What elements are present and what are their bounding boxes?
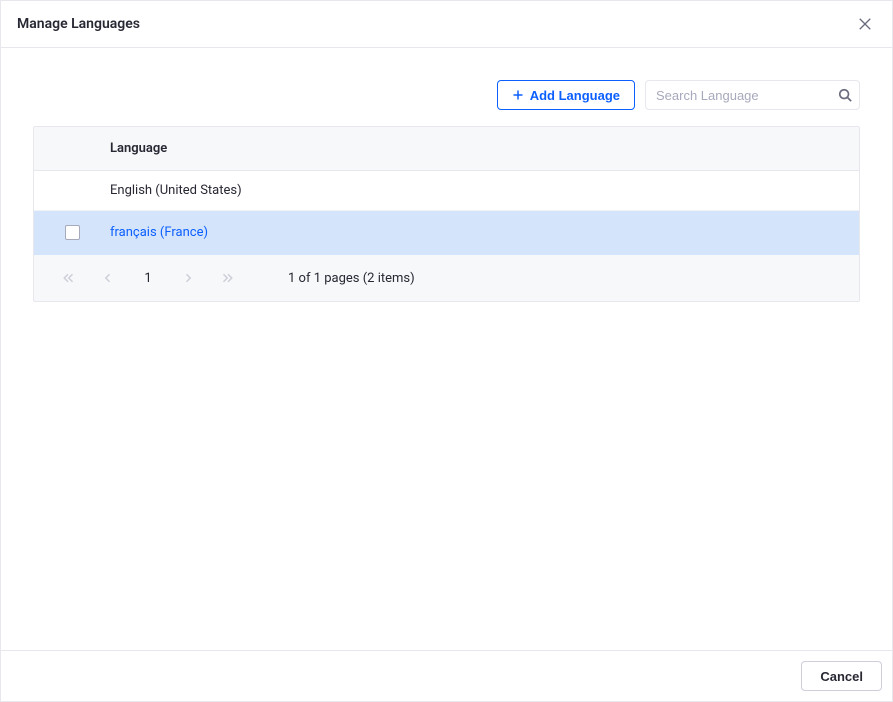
languages-table: Language English (United States) bbox=[34, 127, 859, 255]
plus-icon bbox=[512, 89, 524, 101]
manage-languages-modal: Manage Languages Add Language bbox=[0, 0, 893, 702]
search-input[interactable] bbox=[645, 80, 860, 110]
chevron-left-icon bbox=[102, 272, 114, 284]
row-checkbox-cell bbox=[34, 171, 92, 211]
checkbox-column-header bbox=[34, 127, 92, 171]
last-page-button[interactable] bbox=[212, 265, 244, 291]
add-language-label: Add Language bbox=[530, 88, 620, 103]
close-button[interactable] bbox=[854, 13, 876, 35]
toolbar: Add Language bbox=[33, 80, 860, 110]
first-page-button[interactable] bbox=[52, 265, 84, 291]
pagination: 1 1 of 1 pages (2 items) bbox=[34, 255, 859, 301]
table-row[interactable]: français (France) bbox=[34, 211, 859, 255]
modal-footer: Cancel bbox=[1, 650, 892, 701]
chevron-double-right-icon bbox=[222, 272, 234, 284]
modal-title: Manage Languages bbox=[17, 16, 140, 32]
languages-table-wrap: Language English (United States) bbox=[33, 126, 860, 302]
cancel-button[interactable]: Cancel bbox=[801, 661, 882, 691]
language-cell: English (United States) bbox=[92, 171, 859, 211]
language-cell: français (France) bbox=[92, 211, 859, 255]
chevron-double-left-icon bbox=[62, 272, 74, 284]
current-page: 1 bbox=[132, 271, 164, 286]
language-link[interactable]: français (France) bbox=[110, 225, 208, 240]
modal-header: Manage Languages bbox=[1, 1, 892, 48]
modal-body: Add Language Language bbox=[1, 48, 892, 650]
language-label: English (United States) bbox=[110, 183, 242, 198]
chevron-right-icon bbox=[182, 272, 194, 284]
search-wrap bbox=[645, 80, 860, 110]
next-page-button[interactable] bbox=[172, 265, 204, 291]
add-language-button[interactable]: Add Language bbox=[497, 80, 635, 110]
language-column-header: Language bbox=[92, 127, 859, 171]
table-row[interactable]: English (United States) bbox=[34, 171, 859, 211]
row-checkbox[interactable] bbox=[65, 225, 80, 240]
table-header-row: Language bbox=[34, 127, 859, 171]
prev-page-button[interactable] bbox=[92, 265, 124, 291]
pagination-info: 1 of 1 pages (2 items) bbox=[288, 271, 415, 286]
row-checkbox-cell bbox=[34, 211, 92, 255]
close-icon bbox=[858, 17, 872, 31]
